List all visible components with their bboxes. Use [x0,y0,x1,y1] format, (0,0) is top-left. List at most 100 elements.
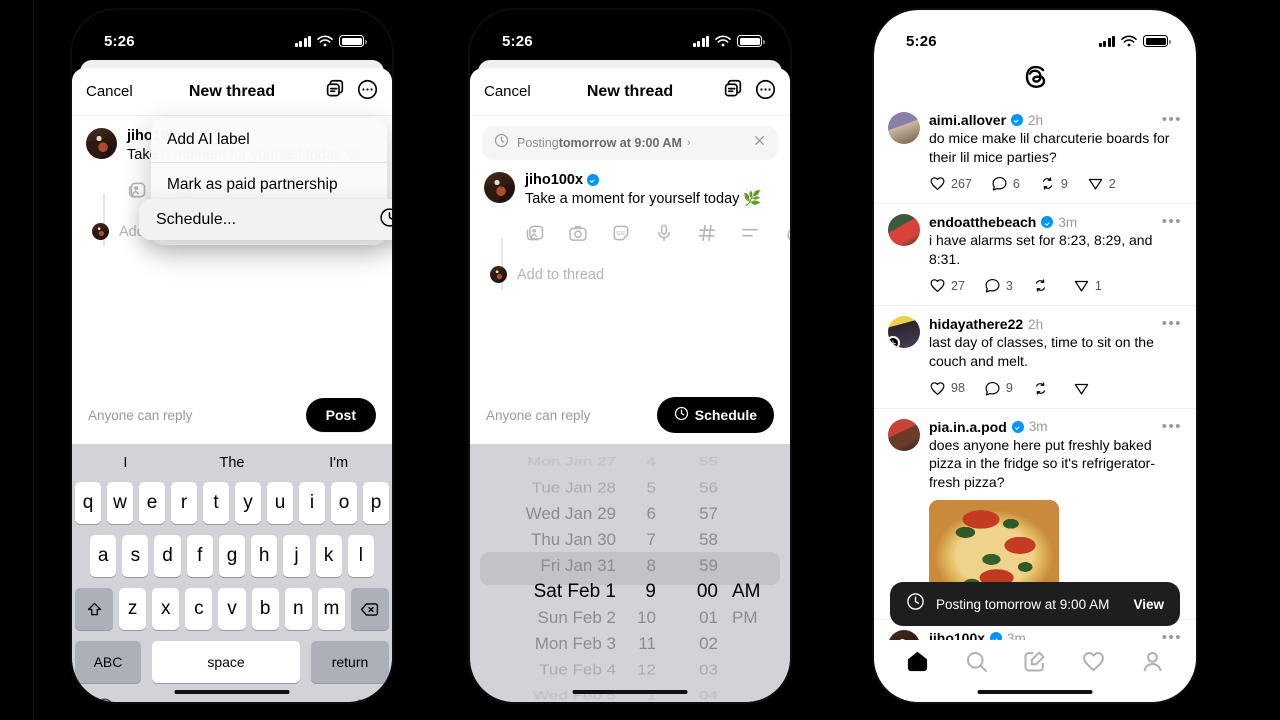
return-key[interactable]: return [311,641,389,683]
close-icon[interactable] [753,134,766,152]
picker-column-minute[interactable]: 55 56 57 58 59 00 01 02 03 04 05 [660,449,718,702]
location-icon[interactable] [783,223,790,248]
microphone-icon[interactable] [654,223,674,248]
key-o[interactable]: o [331,482,357,524]
suggestion-0[interactable]: I [72,455,179,471]
space-key[interactable]: space [152,641,300,683]
picker-hour-selected[interactable]: 9 [645,579,656,605]
key-y[interactable]: y [235,482,261,524]
key-i[interactable]: i [299,482,325,524]
picker-hour-item[interactable]: 7 [647,527,656,553]
picker-date-item[interactable]: Wed Jan 29 [526,501,616,527]
camera-icon[interactable] [568,223,588,248]
key-k[interactable]: k [315,535,342,577]
reply-policy-label[interactable]: Anyone can reply [486,408,590,423]
key-e[interactable]: e [139,482,165,524]
share-button[interactable]: 2 [1087,175,1116,192]
reply-button[interactable]: 9 [984,380,1013,397]
like-button[interactable]: 98 [929,380,965,397]
key-n[interactable]: n [284,588,312,630]
picker-minute-item[interactable]: 55 [699,453,718,471]
post-more-icon[interactable]: ••• [1162,112,1182,127]
copy-icon[interactable] [723,79,744,105]
post-username[interactable]: aimi.allover [929,112,1006,128]
picker-column-date[interactable]: Mon Jan 27 Tue Jan 28 Wed Jan 29 Thu Jan… [484,449,616,702]
shift-icon[interactable] [75,588,113,630]
key-b[interactable]: b [251,588,279,630]
home-icon[interactable] [905,649,930,679]
microphone-icon[interactable] [350,698,370,702]
compose-icon[interactable] [1022,649,1047,679]
picker-date-selected[interactable]: Sat Feb 1 [534,579,616,605]
key-z[interactable]: z [119,588,147,630]
key-x[interactable]: x [152,588,180,630]
composer-text[interactable]: Take a moment for yourself today 🌿 [525,190,776,209]
key-c[interactable]: c [185,588,213,630]
feed-post[interactable]: + hidayathere22 2h ••• last day of class… [874,306,1196,409]
key-l[interactable]: l [347,535,374,577]
poll-icon[interactable] [740,223,760,248]
picker-meridiem-selected[interactable]: AM [732,579,761,605]
suggestion-1[interactable]: The [179,455,286,471]
picker-minute-item[interactable]: 59 [699,553,718,579]
post-more-icon[interactable]: ••• [1162,316,1182,331]
toast-view-button[interactable]: View [1133,597,1164,612]
repost-button[interactable]: 9 [1039,175,1068,192]
avatar[interactable] [484,172,515,203]
activity-icon[interactable] [1081,649,1106,679]
key-m[interactable]: m [317,588,345,630]
picker-date-item[interactable]: Fri Jan 31 [540,553,616,579]
picker-hour-item[interactable]: 10 [637,605,656,631]
picker-minute-selected[interactable]: 00 [697,579,718,605]
more-circle-icon[interactable] [755,79,776,105]
avatar[interactable] [888,112,920,144]
post-more-icon[interactable]: ••• [1162,419,1182,434]
photo-icon[interactable] [525,223,545,248]
picker-hour-item[interactable]: 12 [637,659,656,682]
emoji-icon[interactable] [94,697,115,702]
like-button[interactable]: 27 [929,277,965,294]
picker-column-meridiem[interactable]: x x x x x AM PM [718,449,776,702]
picker-date-item[interactable]: Mon Jan 27 [527,453,616,471]
picker-minute-item[interactable]: 56 [699,477,718,500]
avatar[interactable] [888,418,920,451]
follow-plus-icon[interactable]: + [888,336,900,349]
picker-hour-item[interactable]: 11 [638,631,656,657]
gif-icon[interactable]: GIF [611,223,631,248]
key-t[interactable]: t [203,482,229,524]
repost-button[interactable] [1032,380,1054,397]
avatar[interactable] [888,214,920,247]
key-p[interactable]: p [363,482,389,524]
feed-post[interactable]: endoatthebeach 3m ••• i have alarms set … [874,204,1196,307]
key-r[interactable]: r [171,482,197,524]
key-h[interactable]: h [251,535,278,577]
feed-post[interactable]: aimi.allover 2h ••• do mice make lil cha… [874,102,1196,205]
picker-minute-item[interactable]: 02 [699,631,718,657]
copy-icon[interactable] [325,79,346,105]
picker-date-item[interactable]: Mon Feb 3 [535,631,616,657]
search-icon[interactable] [964,649,989,679]
post-username[interactable]: hidayathere22 [929,316,1023,332]
picker-minute-item[interactable]: 04 [699,687,718,702]
picker-date-item[interactable]: Thu Jan 30 [531,527,616,553]
share-button[interactable]: 1 [1073,277,1102,294]
schedule-toast[interactable]: Posting tomorrow at 9:00 AM View [890,582,1180,626]
profile-icon[interactable] [1140,649,1165,679]
picker-hour-item[interactable]: 5 [647,477,656,500]
schedule-button[interactable]: Schedule [656,397,774,433]
key-f[interactable]: f [186,535,213,577]
key-u[interactable]: u [267,482,293,524]
reply-policy-label[interactable]: Anyone can reply [88,408,192,423]
picker-minute-item[interactable]: 58 [699,527,718,553]
picker-minute-item[interactable]: 03 [699,659,718,682]
avatar[interactable]: + [888,316,920,349]
picker-date-item[interactable]: Tue Feb 4 [539,659,616,682]
key-d[interactable]: d [154,535,181,577]
backspace-icon[interactable] [350,588,389,630]
repost-button[interactable] [1032,277,1054,294]
datetime-picker[interactable]: Mon Jan 27 Tue Jan 28 Wed Jan 29 Thu Jan… [470,444,790,702]
picker-hour-item[interactable]: 8 [647,553,656,579]
key-a[interactable]: a [90,535,117,577]
picker-date-item[interactable]: Sun Feb 2 [538,605,616,631]
cancel-button[interactable]: Cancel [484,83,531,100]
